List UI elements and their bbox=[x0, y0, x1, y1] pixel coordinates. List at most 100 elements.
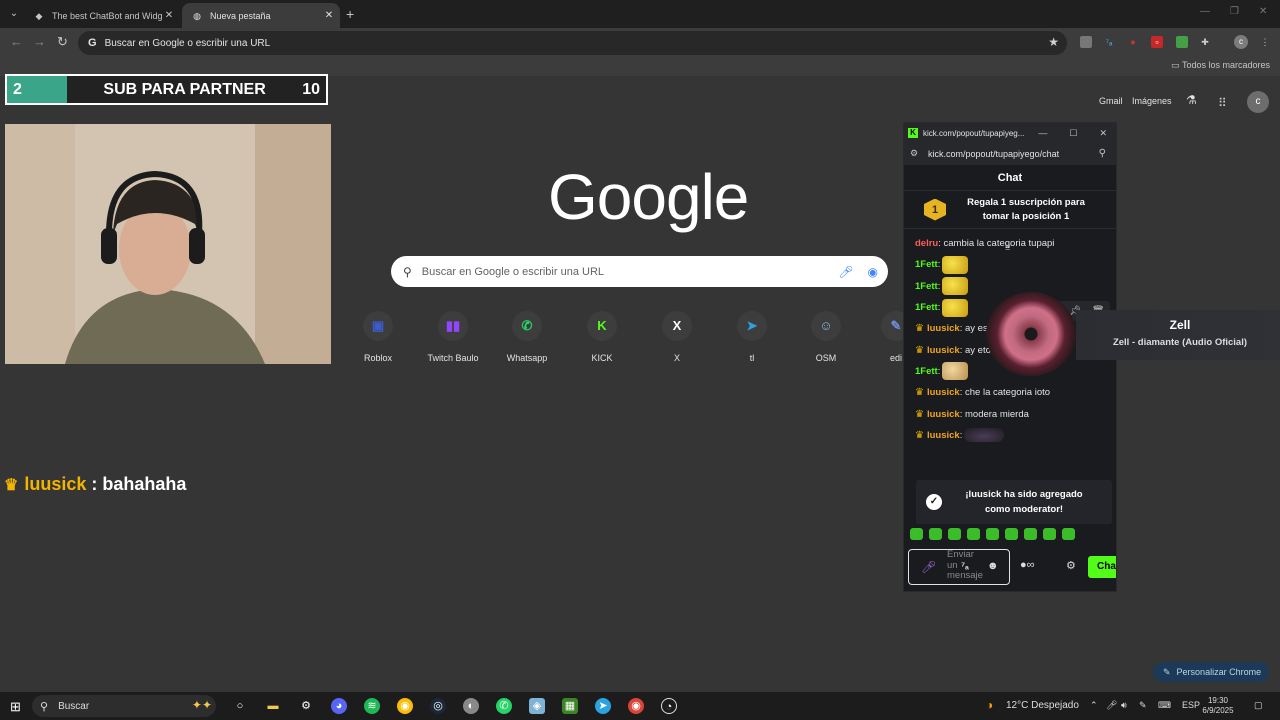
close-icon[interactable]: ✕ bbox=[162, 10, 176, 21]
all-bookmarks[interactable]: ▭ Todos los marcadores bbox=[1171, 60, 1270, 71]
taskbar-search[interactable]: ⚲ Buscar ✦✦ bbox=[32, 695, 216, 717]
file-explorer-icon[interactable]: ▬ bbox=[265, 698, 281, 714]
spotify-icon[interactable]: ≋ bbox=[364, 698, 380, 714]
reload-icon[interactable]: ↻ bbox=[57, 34, 68, 50]
shortcut-tile[interactable]: K KICK bbox=[566, 311, 638, 363]
chat-message[interactable]: ♛ luusick: bbox=[915, 425, 1116, 446]
translate-icon[interactable]: ⁷ₐ bbox=[961, 561, 969, 572]
extension-off-icon[interactable] bbox=[1176, 36, 1188, 48]
chrome-icon[interactable]: ◉ bbox=[397, 698, 413, 714]
notifications-icon[interactable]: ▢ bbox=[1254, 700, 1263, 711]
chat-username[interactable]: luusick bbox=[927, 323, 960, 334]
shortcut-tile[interactable]: ➤ tl bbox=[716, 311, 788, 363]
chat-text: : bbox=[937, 302, 941, 314]
popup-url-bar[interactable]: ⚙ kick.com/popout/tupapiyego/chat ⚲ bbox=[904, 143, 1116, 165]
taskbar: ⊞ ⚲ Buscar ✦✦ ○ ▬ ⚙ ◕ ≋ ◉ ◎ ◐ ✆ ◈ ▦ ➤ ◉ … bbox=[0, 692, 1280, 720]
mic-icon[interactable]: 🎤︎ bbox=[838, 265, 853, 279]
chat-username[interactable]: 1Fett bbox=[915, 259, 938, 270]
emote-bar[interactable] bbox=[910, 528, 1110, 542]
maximize-icon[interactable]: ❐ bbox=[1230, 6, 1239, 17]
chat-username[interactable]: 1Fett bbox=[915, 281, 938, 292]
new-tab-button[interactable]: + bbox=[346, 6, 354, 22]
discord-icon[interactable]: ◕ bbox=[331, 698, 347, 714]
volume-icon[interactable]: 🔊︎ bbox=[1121, 700, 1127, 711]
whatsapp-icon[interactable]: ✆ bbox=[496, 698, 512, 714]
emoji-icon[interactable]: ☻ bbox=[987, 560, 999, 572]
chrome-active-icon[interactable]: ◉ bbox=[628, 698, 644, 714]
goal-target: 10 bbox=[302, 80, 320, 98]
chat-input[interactable]: 🎤︎ Enviar un mensaje ⁷ₐ ☻ bbox=[908, 549, 1010, 585]
extension-gray-icon[interactable] bbox=[1080, 36, 1092, 48]
tab-new-tab[interactable]: ◍ Nueva pestaña ✕ bbox=[182, 3, 340, 28]
zoom-icon[interactable]: ⚲ bbox=[1099, 148, 1106, 159]
shortcut-tile[interactable]: ☺ OSM bbox=[790, 311, 862, 363]
close-window-icon[interactable]: ✕ bbox=[1259, 6, 1267, 17]
steam-icon[interactable]: ◎ bbox=[430, 698, 446, 714]
chat-username[interactable]: luusick bbox=[927, 387, 960, 398]
shortcut-tile[interactable]: ▣ Roblox bbox=[342, 311, 414, 363]
puzzle-icon[interactable]: ✚ bbox=[1199, 36, 1211, 48]
mic-icon[interactable]: 🎤︎ bbox=[921, 560, 936, 574]
bookmark-star-icon[interactable]: ★ bbox=[1048, 35, 1059, 49]
settings-icon[interactable]: ⚙ bbox=[298, 698, 314, 714]
tab-chatbot[interactable]: ◆ The best ChatBot and Widgets ✕ bbox=[24, 3, 180, 28]
task-view-icon[interactable]: ○ bbox=[232, 698, 248, 714]
gear-icon[interactable]: ⚙ bbox=[1066, 559, 1076, 572]
gmail-link[interactable]: Gmail bbox=[1099, 96, 1123, 106]
clock[interactable]: 19:30 6/9/2025 bbox=[1198, 696, 1238, 716]
obs-icon[interactable]: ◔ bbox=[661, 698, 677, 714]
shortcut-tile[interactable]: XX bbox=[641, 311, 713, 363]
gift-sub-banner[interactable]: 1 Regala 1 suscripción para tomar la pos… bbox=[904, 191, 1116, 229]
profile-avatar[interactable]: c bbox=[1234, 35, 1248, 49]
chevron-up-icon[interactable]: ⌃ bbox=[1090, 700, 1098, 711]
pen-icon[interactable]: ✎ bbox=[1139, 700, 1147, 711]
app-icon[interactable]: ◐ bbox=[463, 698, 479, 714]
keyboard-icon[interactable]: ⌨ bbox=[1158, 700, 1171, 711]
telegram-icon[interactable]: ➤ bbox=[595, 698, 611, 714]
chat-username[interactable]: luusick bbox=[927, 430, 960, 441]
labs-icon[interactable]: ⚗ bbox=[1186, 93, 1197, 107]
tab-search-icon[interactable]: ⌄ bbox=[6, 6, 22, 22]
search-box[interactable]: ⚲ Buscar en Google o escribir una URL 🎤︎… bbox=[391, 256, 888, 287]
account-avatar[interactable]: c bbox=[1247, 91, 1269, 113]
address-bar[interactable]: G Buscar en Google o escribir una URL ★ bbox=[78, 31, 1067, 55]
chat-message[interactable]: ♛ luusick: modera mierda bbox=[915, 403, 1116, 424]
minimize-icon[interactable]: — bbox=[1200, 6, 1210, 17]
chat-message[interactable]: delru: cambia la categoria tupapi bbox=[915, 233, 1116, 254]
emote-image bbox=[964, 428, 1005, 443]
menu-icon[interactable]: ⋮ bbox=[1259, 36, 1271, 48]
chat-username[interactable]: luusick bbox=[927, 409, 960, 420]
minecraft-icon[interactable]: ▦ bbox=[562, 698, 578, 714]
chat-username[interactable]: luusick bbox=[927, 345, 960, 356]
windows-start-icon[interactable]: ⊞ bbox=[10, 699, 21, 715]
goal-title: SUB PARA PARTNER bbox=[103, 80, 266, 98]
chat-message[interactable]: 1Fett: bbox=[915, 254, 1116, 275]
gift-sub-text: Regala 1 suscripción para tomar la posic… bbox=[967, 196, 1085, 222]
extension-box-icon[interactable]: ▫ bbox=[1151, 36, 1163, 48]
infinity-icon[interactable]: ●∞ bbox=[1020, 559, 1035, 571]
site-info-icon[interactable]: ⚙ bbox=[910, 148, 918, 159]
weather-text[interactable]: 12°C Despejado bbox=[1006, 700, 1079, 711]
chat-username[interactable]: 1Fett bbox=[915, 302, 938, 313]
extension-translate-icon[interactable]: ⁷ₐ bbox=[1103, 36, 1115, 48]
customize-chrome-button[interactable]: ✎ Personalizar Chrome bbox=[1153, 662, 1269, 682]
images-link[interactable]: Imágenes bbox=[1132, 96, 1172, 106]
forward-icon[interactable]: → bbox=[33, 34, 46, 49]
app2-icon[interactable]: ◈ bbox=[529, 698, 545, 714]
apps-grid-icon[interactable]: ⠿ bbox=[1218, 96, 1227, 110]
chat-username[interactable]: delru bbox=[915, 238, 938, 249]
shortcut-tile[interactable]: ✆ Whatsapp bbox=[491, 311, 563, 363]
shortcut-tile[interactable]: ▮▮ Twitch Baulo bbox=[417, 311, 489, 363]
chat-username[interactable]: 1Fett bbox=[915, 366, 938, 377]
lens-icon[interactable]: ◉ bbox=[868, 265, 878, 279]
minimize-icon[interactable]: — bbox=[1038, 128, 1047, 138]
maximize-icon[interactable]: ☐ bbox=[1069, 128, 1077, 139]
close-icon[interactable]: ✕ bbox=[322, 10, 336, 21]
back-icon[interactable]: ← bbox=[10, 34, 23, 49]
chat-send-button[interactable]: Cha bbox=[1088, 556, 1116, 578]
mic-tray-icon[interactable]: 🎤︎ bbox=[1106, 700, 1117, 711]
close-icon[interactable]: ✕ bbox=[1099, 128, 1107, 139]
chat-text: : ay es bbox=[959, 323, 988, 335]
chat-message[interactable]: ♛ luusick: che la categoria ioto bbox=[915, 382, 1116, 403]
extension-red-icon[interactable]: ● bbox=[1127, 36, 1139, 48]
